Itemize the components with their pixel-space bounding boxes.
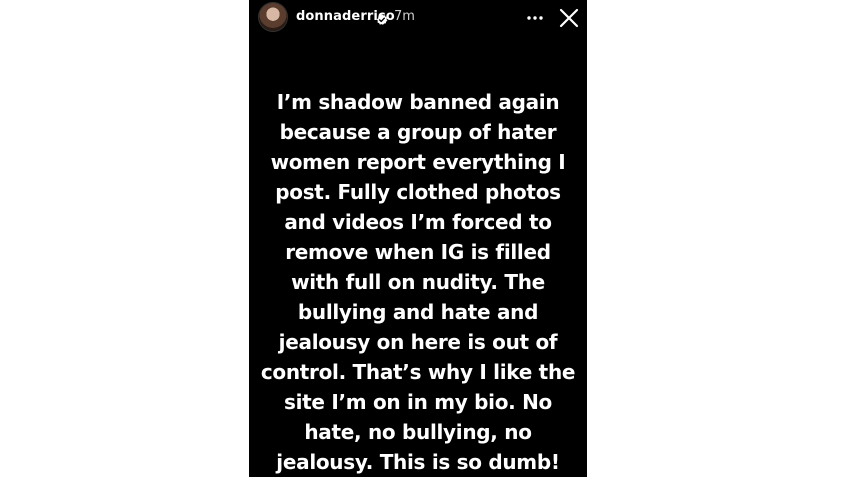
story-text-line: I’m shadow banned again xyxy=(276,90,560,114)
story-text-line: hate, no bullying, no xyxy=(304,420,532,444)
story-text-line: site I’m on in my bio. No xyxy=(284,390,552,414)
page: donnaderrico 7m I’m shadow banned again … xyxy=(0,0,848,477)
story-timestamp: 7m xyxy=(394,9,415,24)
verified-badge-icon xyxy=(376,11,388,25)
story-header: donnaderrico 7m xyxy=(249,0,587,36)
more-options-icon[interactable] xyxy=(525,8,545,28)
story-text-line: control. That’s why I like the xyxy=(260,360,576,384)
story-text-line: post. Fully clothed photos xyxy=(275,180,561,204)
story-text-line: jealousy on here is out of xyxy=(278,330,558,354)
story-text-line: women report everything I xyxy=(270,150,566,174)
story-text-line: bullying and hate and xyxy=(297,300,539,324)
story-text-line: because a group of hater xyxy=(279,120,557,144)
instagram-story[interactable]: donnaderrico 7m I’m shadow banned again … xyxy=(249,0,587,477)
story-text-line: jealousy. This is so dumb! xyxy=(276,450,560,474)
story-text: I’m shadow banned again because a group … xyxy=(257,87,579,477)
story-text-line: and videos I’m forced to xyxy=(284,210,552,234)
story-text-line: remove when IG is filled xyxy=(285,240,551,264)
close-icon[interactable] xyxy=(558,7,580,29)
story-text-line: with full on nudity. The xyxy=(291,270,545,294)
avatar[interactable] xyxy=(259,3,287,31)
